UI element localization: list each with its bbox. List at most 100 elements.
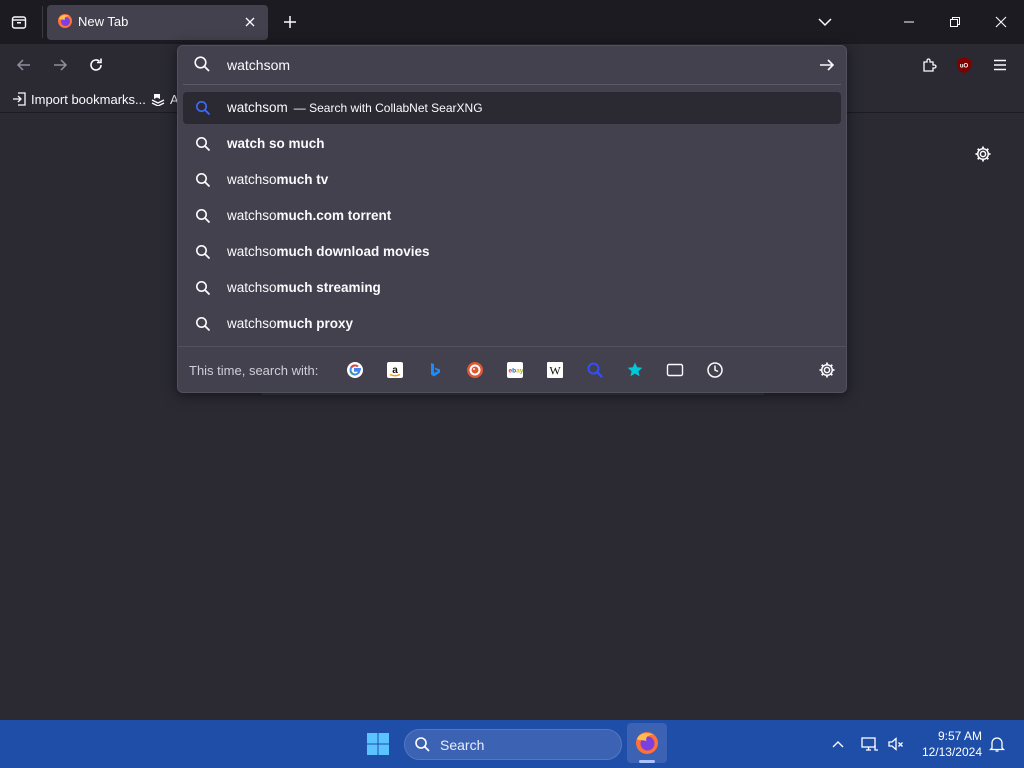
import-bookmarks-item[interactable]: Import bookmarks... xyxy=(12,90,146,108)
bing-icon xyxy=(431,363,440,377)
urlbar-input[interactable] xyxy=(227,57,787,73)
result-typed-text: watchso xyxy=(227,208,277,223)
new-tab-button[interactable] xyxy=(279,11,301,33)
urlbar-result[interactable]: watchsomuch.com torrent xyxy=(183,200,841,232)
searxng-icon xyxy=(587,362,603,378)
arrow-right-icon xyxy=(820,59,835,71)
engine-bing-button[interactable] xyxy=(425,360,445,380)
svg-text:uO: uO xyxy=(960,64,969,70)
reload-button[interactable] xyxy=(83,53,109,77)
app-menu-button[interactable] xyxy=(987,53,1013,77)
firefox-view-button[interactable] xyxy=(8,11,30,33)
search-icon xyxy=(195,208,211,224)
engine-wikipedia-button[interactable]: W xyxy=(545,360,565,380)
engine-google-button[interactable] xyxy=(345,360,365,380)
page-search-box-edge xyxy=(262,393,764,395)
result-suggested-text: much.com torrent xyxy=(276,208,392,223)
close-icon xyxy=(245,17,255,27)
forward-button[interactable] xyxy=(47,53,73,77)
amazon-icon: a xyxy=(387,362,403,378)
result-typed-text: watchso xyxy=(227,316,277,331)
minimize-button[interactable] xyxy=(886,0,932,44)
restore-button[interactable] xyxy=(932,0,978,44)
duckduckgo-icon xyxy=(467,362,483,378)
urlbar-result[interactable]: watchsomuch streaming xyxy=(183,272,841,304)
show-hidden-icons-button[interactable] xyxy=(828,734,848,754)
tab-close-button[interactable] xyxy=(241,13,259,31)
back-button[interactable] xyxy=(11,53,37,77)
urlbar-result[interactable]: watchsomuch download movies xyxy=(183,236,841,268)
engine-history-button[interactable] xyxy=(705,360,725,380)
clock-date[interactable]: 12/13/2024 xyxy=(916,745,982,759)
volume-muted-icon xyxy=(888,737,903,751)
ublock-origin-icon: uO xyxy=(957,57,971,73)
bell-icon xyxy=(989,736,1005,752)
import-icon xyxy=(13,92,26,106)
ublock-origin-button[interactable]: uO xyxy=(951,53,977,77)
puzzle-icon xyxy=(923,58,937,72)
engine-bookmarks-button[interactable] xyxy=(625,360,645,380)
extensions-button[interactable] xyxy=(916,53,942,77)
gear-icon xyxy=(975,146,991,162)
arrow-right-icon xyxy=(54,59,68,71)
urlbar-result[interactable]: watchsom — Search with CollabNet SearXNG xyxy=(183,92,841,124)
bookmark-item[interactable]: A xyxy=(151,90,179,108)
hamburger-menu-icon xyxy=(994,59,1006,71)
restore-icon xyxy=(950,17,960,27)
tab-title: New Tab xyxy=(78,14,129,29)
search-icon xyxy=(195,280,211,296)
engine-amazon-button[interactable]: a xyxy=(385,360,405,380)
result-typed-text: watchso xyxy=(227,172,277,187)
star-icon xyxy=(627,362,643,377)
urlbar-divider xyxy=(183,84,841,85)
notifications-button[interactable] xyxy=(987,734,1007,754)
tab-separator xyxy=(42,6,43,38)
firefox-favicon-icon xyxy=(57,13,73,29)
result-suggested-text: much download movies xyxy=(276,244,430,259)
taskbar-search-box[interactable] xyxy=(404,729,622,760)
search-icon xyxy=(195,316,211,332)
result-typed-text: watchso xyxy=(227,280,277,295)
list-all-tabs-button[interactable] xyxy=(814,11,836,33)
chevron-down-icon xyxy=(818,18,832,27)
tab-icon xyxy=(666,363,684,377)
reload-icon xyxy=(90,58,102,71)
minimize-icon xyxy=(904,21,914,23)
urlbar-result-text: watchsomuch streaming xyxy=(227,280,381,295)
google-icon xyxy=(347,362,363,378)
urlbar-result[interactable]: watch so much xyxy=(183,128,841,160)
volume-button[interactable] xyxy=(886,734,906,754)
close-window-button[interactable] xyxy=(978,0,1024,44)
ebay-icon: ebay xyxy=(507,362,524,378)
taskbar-firefox-button[interactable] xyxy=(627,723,667,763)
one-off-divider xyxy=(178,346,846,347)
network-icon xyxy=(861,737,878,751)
result-suggested-text: much proxy xyxy=(276,316,354,331)
go-button[interactable] xyxy=(816,54,838,76)
start-button[interactable] xyxy=(366,732,390,756)
urlbar-result-text: watch so much xyxy=(227,136,325,151)
urlbar-result[interactable]: watchsomuch proxy xyxy=(183,308,841,340)
windows-logo-icon xyxy=(367,733,389,755)
result-typed-text: watchsom xyxy=(227,100,288,115)
svg-text:ebay: ebay xyxy=(509,368,524,375)
engine-tabs-button[interactable] xyxy=(665,360,685,380)
svg-text:W: W xyxy=(549,364,561,378)
search-icon xyxy=(193,55,211,73)
urlbar-result[interactable]: watchsomuch tv xyxy=(183,164,841,196)
bookmark-stack-icon xyxy=(151,94,165,106)
engine-searxng-button[interactable] xyxy=(585,360,605,380)
urlbar-result-text: watchsomuch proxy xyxy=(227,316,353,331)
firefox-view-icon xyxy=(11,16,27,29)
clock-time[interactable]: 9:57 AM xyxy=(930,729,982,743)
engine-ebay-button[interactable]: ebay xyxy=(505,360,525,380)
network-button[interactable] xyxy=(860,734,880,754)
search-icon xyxy=(195,100,211,116)
engine-duckduckgo-button[interactable] xyxy=(465,360,485,380)
personalize-new-tab-button[interactable] xyxy=(972,143,994,165)
running-app-indicator xyxy=(639,760,655,763)
svg-text:a: a xyxy=(392,365,398,376)
search-settings-button[interactable] xyxy=(816,359,838,381)
clock-icon xyxy=(707,362,723,378)
urlbar-result-text: watchsom — Search with CollabNet SearXNG xyxy=(227,100,483,115)
